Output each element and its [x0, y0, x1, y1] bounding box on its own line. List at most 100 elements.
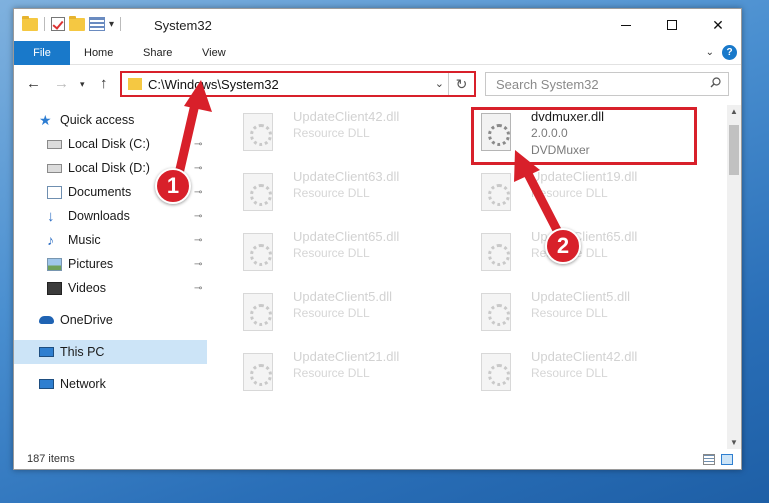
address-row: ← → ▾ ↑ C:\Windows\System32 ⌄ ↻ Search S…	[14, 66, 741, 102]
pin-icon: ⊸	[194, 186, 203, 198]
search-input[interactable]: Search System32	[485, 72, 729, 96]
ribbon-tabs: File Home Share View ⌄ ?	[14, 41, 741, 65]
new-folder-icon[interactable]	[69, 15, 85, 31]
sidebar-item-label: Videos	[68, 281, 106, 295]
tab-share[interactable]: Share	[143, 41, 172, 65]
sidebar-item-label: Network	[60, 377, 106, 391]
network-icon	[39, 379, 54, 389]
sidebar-item-local-disk-c[interactable]: Local Disk (C:) ⊸	[14, 132, 207, 156]
sidebar-item-label: Music	[68, 233, 101, 247]
dll-file-icon	[243, 353, 273, 391]
properties-check-icon[interactable]	[51, 17, 65, 31]
minimize-button[interactable]	[603, 9, 649, 41]
sidebar-item-downloads[interactable]: ↓ Downloads ⊸	[14, 204, 207, 228]
file-description: Resource DLL	[293, 366, 370, 380]
step-callout-1: 1	[155, 168, 191, 204]
sidebar-item-label: Quick access	[60, 113, 135, 127]
sidebar-item-label: Pictures	[68, 257, 114, 271]
dll-file-icon	[243, 113, 273, 151]
cloud-icon	[39, 316, 54, 324]
up-button[interactable]: ↑	[100, 75, 108, 92]
step-callout-2: 2	[545, 228, 581, 264]
sidebar-item-quick-access[interactable]: ★ Quick access	[14, 108, 207, 132]
folder-icon	[128, 78, 142, 90]
sidebar-item-music[interactable]: ♪ Music ⊸	[14, 228, 207, 252]
address-bar[interactable]: C:\Windows\System32 ⌄ ↻	[120, 71, 476, 97]
file-item[interactable]: UpdateClient42.dll Resource DLL	[233, 105, 463, 165]
title-bar: ▾ System32 ✕	[14, 9, 741, 41]
tiles-view-icon[interactable]	[721, 454, 733, 465]
pin-icon: ⊸	[194, 282, 203, 294]
sidebar-item-label: This PC	[60, 345, 105, 359]
qat-dropdown-icon[interactable]: ▾	[109, 19, 114, 30]
recent-locations-button[interactable]: ▾	[80, 79, 85, 90]
sidebar-item-label: OneDrive	[60, 313, 113, 327]
file-item[interactable]: UpdateClient5.dll Resource DLL	[471, 285, 701, 345]
music-icon: ♪	[47, 231, 54, 248]
customize-toolbar-icon[interactable]	[89, 17, 105, 31]
scroll-up-icon[interactable]: ▲	[730, 107, 738, 116]
file-item[interactable]: UpdateClient5.dll Resource DLL	[233, 285, 463, 345]
file-name: UpdateClient63.dll	[293, 169, 400, 184]
navigation-pane: ★ Quick access Local Disk (C:) ⊸ Local D…	[14, 105, 207, 445]
maximize-button[interactable]	[649, 9, 695, 41]
dll-file-icon	[243, 233, 273, 271]
drive-icon	[47, 164, 62, 173]
file-item[interactable]: UpdateClient42.dll Resource DLL	[471, 345, 701, 405]
sidebar-item-pictures[interactable]: Pictures ⊸	[14, 252, 207, 276]
ribbon-controls: ⌄ ?	[706, 45, 737, 60]
sidebar-item-network[interactable]: Network	[14, 372, 207, 396]
tab-home[interactable]: Home	[84, 41, 113, 65]
file-item[interactable]: UpdateClient63.dll Resource DLL	[233, 165, 463, 225]
refresh-icon: ↻	[455, 75, 468, 92]
dll-file-icon	[481, 233, 511, 271]
folder-icon	[22, 15, 38, 31]
sidebar-item-this-pc[interactable]: This PC	[14, 340, 207, 364]
help-icon[interactable]: ?	[722, 45, 737, 60]
file-highlight-box	[471, 107, 697, 165]
file-item[interactable]: UpdateClient65.dll Resource DLL	[471, 225, 701, 285]
file-description: Resource DLL	[531, 366, 608, 380]
forward-button[interactable]: →	[54, 75, 69, 92]
file-item[interactable]: UpdateClient19.dll Resource DLL	[471, 165, 701, 225]
pin-icon: ⊸	[194, 234, 203, 246]
documents-icon	[47, 185, 62, 199]
dll-file-icon	[243, 293, 273, 331]
file-item[interactable]: UpdateClient21.dll Resource DLL	[233, 345, 463, 405]
file-description: Resource DLL	[531, 306, 608, 320]
file-name: UpdateClient65.dll	[293, 229, 400, 244]
quick-access-toolbar: ▾	[22, 15, 123, 31]
window-title: System32	[154, 18, 212, 33]
search-placeholder: Search System32	[496, 77, 599, 92]
status-bar: 187 items	[14, 449, 741, 470]
file-description: Resource DLL	[531, 186, 608, 200]
drive-icon	[47, 140, 62, 149]
search-icon[interactable]	[710, 77, 721, 88]
sidebar-item-videos[interactable]: Videos ⊸	[14, 276, 207, 300]
refresh-button[interactable]: ↻	[448, 73, 474, 95]
tab-file[interactable]: File	[14, 41, 70, 65]
downloads-icon: ↓	[47, 207, 55, 225]
details-view-icon[interactable]	[703, 454, 715, 465]
scrollbar-thumb[interactable]	[729, 125, 739, 175]
file-item[interactable]: UpdateClient65.dll Resource DLL	[233, 225, 463, 285]
caption-buttons: ✕	[603, 9, 741, 41]
sidebar-item-label: Documents	[68, 185, 132, 199]
chevron-down-icon[interactable]: ⌄	[706, 47, 714, 58]
close-button[interactable]: ✕	[695, 9, 741, 41]
sidebar-item-label: Downloads	[68, 209, 130, 223]
tab-view[interactable]: View	[202, 41, 226, 65]
pin-icon: ⊸	[194, 162, 203, 174]
computer-icon	[39, 347, 54, 357]
file-description: Resource DLL	[293, 186, 370, 200]
minimize-icon	[621, 24, 631, 26]
vertical-scrollbar[interactable]: ▲ ▼	[727, 105, 741, 449]
back-button[interactable]: ←	[26, 75, 41, 92]
address-dropdown-icon[interactable]: ⌄	[435, 77, 444, 90]
file-explorer-window: ▾ System32 ✕ File Home Share View ⌄ ? ← …	[13, 8, 742, 470]
scroll-down-icon[interactable]: ▼	[730, 438, 738, 447]
file-name: UpdateClient19.dll	[531, 169, 638, 184]
address-path[interactable]: C:\Windows\System32	[148, 77, 279, 92]
sidebar-item-onedrive[interactable]: OneDrive	[14, 308, 207, 332]
pictures-icon	[47, 257, 62, 271]
